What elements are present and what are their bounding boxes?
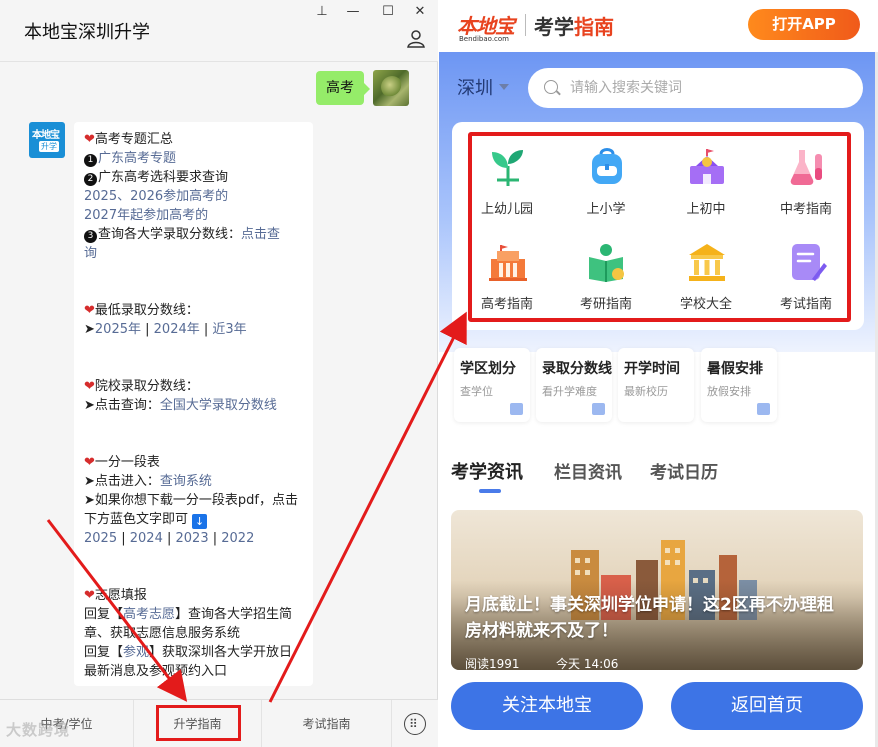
back-home-button[interactable]: 返回首页 — [671, 682, 863, 730]
message-text: ➤点击查询： — [84, 398, 160, 413]
link-click-query-cont[interactable]: 询 — [84, 246, 97, 261]
number-three-icon: 3 — [84, 230, 97, 243]
tab-exam-calendar[interactable]: 考试日历 — [650, 458, 718, 483]
down-arrow-icon: ↓ — [192, 514, 208, 529]
message-heading: 高考专题汇总 — [94, 132, 173, 147]
mobile-page: 本地宝 Bendibao.com 考学指南 打开APP 深圳 上幼儿园 上小学 — [439, 0, 878, 747]
search-box[interactable] — [528, 68, 863, 108]
quick-card-school-district[interactable]: 学区划分 查学位 — [454, 348, 530, 422]
annotation-highlight-tab — [156, 705, 241, 741]
tab-column-news[interactable]: 栏目资讯 — [554, 458, 622, 483]
bot-avatar-subtext: 升学 — [39, 141, 59, 152]
quick-card-title: 暑假安排 — [707, 361, 763, 377]
chat-title: 本地宝深圳升学 — [24, 22, 150, 43]
number-one-icon: 1 — [84, 154, 97, 167]
article-reads: 阅读1991 — [465, 657, 520, 670]
message-text: ➤点击进入： — [84, 474, 160, 489]
message-text: 查询各大学录取分数线： — [98, 227, 242, 242]
link-university-scores[interactable]: 全国大学录取分数线 — [160, 398, 277, 413]
logo-divider — [525, 14, 526, 36]
link-query-system[interactable]: 查询系统 — [160, 474, 212, 489]
active-tab-indicator — [479, 489, 501, 493]
site-header: 本地宝 Bendibao.com 考学指南 打开APP — [439, 0, 878, 52]
link-gaokao-zhiyuan[interactable]: 高考志愿 — [123, 607, 175, 622]
heart-icon: ❤ — [84, 455, 95, 470]
message-heading: 院校录取分数线： — [94, 379, 199, 394]
minimize-icon[interactable]: — — [343, 4, 363, 19]
bar-chart-icon — [592, 403, 605, 415]
heart-icon: ❤ — [84, 303, 95, 318]
message-text: ➤如果你想下载一分一段表pdf，点击下方蓝色文字即可 — [84, 493, 298, 527]
site-title-em: 指南 — [574, 15, 614, 39]
city-label: 深圳 — [457, 78, 493, 99]
bot-avatar-text: 本地宝 — [32, 130, 60, 141]
pin-icon[interactable]: ⊥ — [312, 4, 332, 19]
link-2025-2026[interactable]: 2025、2026参加高考的 — [84, 189, 228, 204]
article-time: 今天 14:06 — [556, 657, 619, 670]
link-table-2024[interactable]: 2024 — [130, 531, 163, 546]
arrow-text: ➤ — [84, 322, 95, 337]
user-avatar[interactable] — [373, 70, 409, 106]
site-title-plain: 考学 — [534, 15, 574, 39]
site-logo[interactable]: 本地宝 Bendibao.com — [457, 10, 515, 43]
number-two-icon: 2 — [84, 173, 97, 186]
search-input[interactable] — [570, 77, 840, 99]
quick-card-subtitle: 查学位 — [460, 385, 493, 398]
quick-card-subtitle: 看升学难度 — [542, 385, 597, 398]
follow-button[interactable]: 关注本地宝 — [451, 682, 643, 730]
search-icon — [544, 80, 558, 94]
link-3-years[interactable]: 近3年 — [212, 322, 246, 337]
article-headline[interactable]: 月底截止！事关深圳学位申请！这2区再不办理租房材料就来不及了！ — [465, 592, 849, 644]
heart-icon: ❤ — [84, 379, 95, 394]
article-card[interactable]: 月底截止！事关深圳学位申请！这2区再不办理租房材料就来不及了！ 阅读1991 今… — [451, 510, 863, 670]
close-icon[interactable]: ✕ — [410, 4, 430, 19]
message-heading: 一分一段表 — [94, 455, 160, 470]
person-badge-icon — [510, 403, 523, 415]
message-heading: 最低录取分数线： — [94, 303, 199, 318]
link-table-2023[interactable]: 2023 — [176, 531, 209, 546]
link-2024[interactable]: 2024年 — [154, 322, 200, 337]
bot-message: ❤高考专题汇总 1 广东高考专题 2 广东高考选科要求查询 2025、2026参加高… — [74, 122, 313, 686]
message-text: 回复【 — [84, 607, 124, 622]
user-profile-icon[interactable] — [406, 28, 426, 48]
menu-tab-kaoshi[interactable]: 考试指南 — [262, 700, 392, 747]
link-2027[interactable]: 2027年起参加高考的 — [84, 208, 208, 223]
maximize-icon[interactable]: ☐ — [378, 4, 398, 19]
link-click-query[interactable]: 点击查 — [241, 227, 280, 242]
city-selector[interactable]: 深圳 — [457, 74, 509, 100]
annotation-highlight-grid — [468, 132, 851, 322]
link-guangdong-gaokao[interactable]: 广东高考专题 — [98, 151, 176, 166]
bot-avatar[interactable]: 本地宝 升学 — [29, 122, 65, 158]
quick-card-title: 录取分数线 — [542, 361, 612, 377]
message-text: 回复【 — [84, 645, 124, 660]
sent-message: 高考 — [316, 71, 370, 105]
tab-exam-news[interactable]: 考学资讯 — [451, 458, 523, 484]
link-visit[interactable]: 参观 — [123, 645, 149, 660]
link-table-2022[interactable]: 2022 — [221, 531, 254, 546]
chat-titlebar: 本地宝深圳升学 ⊥ — ☐ ✕ — [0, 0, 438, 62]
heart-icon: ❤ — [84, 132, 95, 147]
quick-card-school-start[interactable]: 开学时间 最新校历 — [618, 348, 694, 422]
link-2025[interactable]: 2025年 — [95, 322, 141, 337]
site-title: 考学指南 — [534, 11, 614, 40]
open-app-button[interactable]: 打开APP — [748, 9, 860, 40]
watermark: 大数跨境 — [6, 721, 71, 739]
quick-card-admission-scores[interactable]: 录取分数线 看升学难度 — [536, 348, 612, 422]
chat-window: 本地宝深圳升学 ⊥ — ☐ ✕ 高考 本地宝 升学 ❤高考专题汇总 1 广东高考专… — [0, 0, 438, 747]
quick-card-subtitle: 放假安排 — [707, 385, 751, 398]
quick-card-subtitle: 最新校历 — [624, 385, 668, 398]
message-text: 广东高考选科要求查询 — [98, 170, 229, 185]
clipboard-icon — [757, 403, 770, 415]
chevron-down-icon — [499, 84, 509, 90]
heart-icon: ❤ — [84, 588, 95, 603]
message-heading: 志愿填报 — [94, 588, 147, 603]
quick-card-title: 学区划分 — [460, 361, 516, 377]
logo-url: Bendibao.com — [459, 35, 510, 43]
keyboard-icon[interactable] — [404, 713, 426, 735]
quick-card-title: 开学时间 — [624, 361, 680, 377]
link-table-2025[interactable]: 2025 — [84, 531, 117, 546]
quick-card-summer-vacation[interactable]: 暑假安排 放假安排 — [701, 348, 777, 422]
